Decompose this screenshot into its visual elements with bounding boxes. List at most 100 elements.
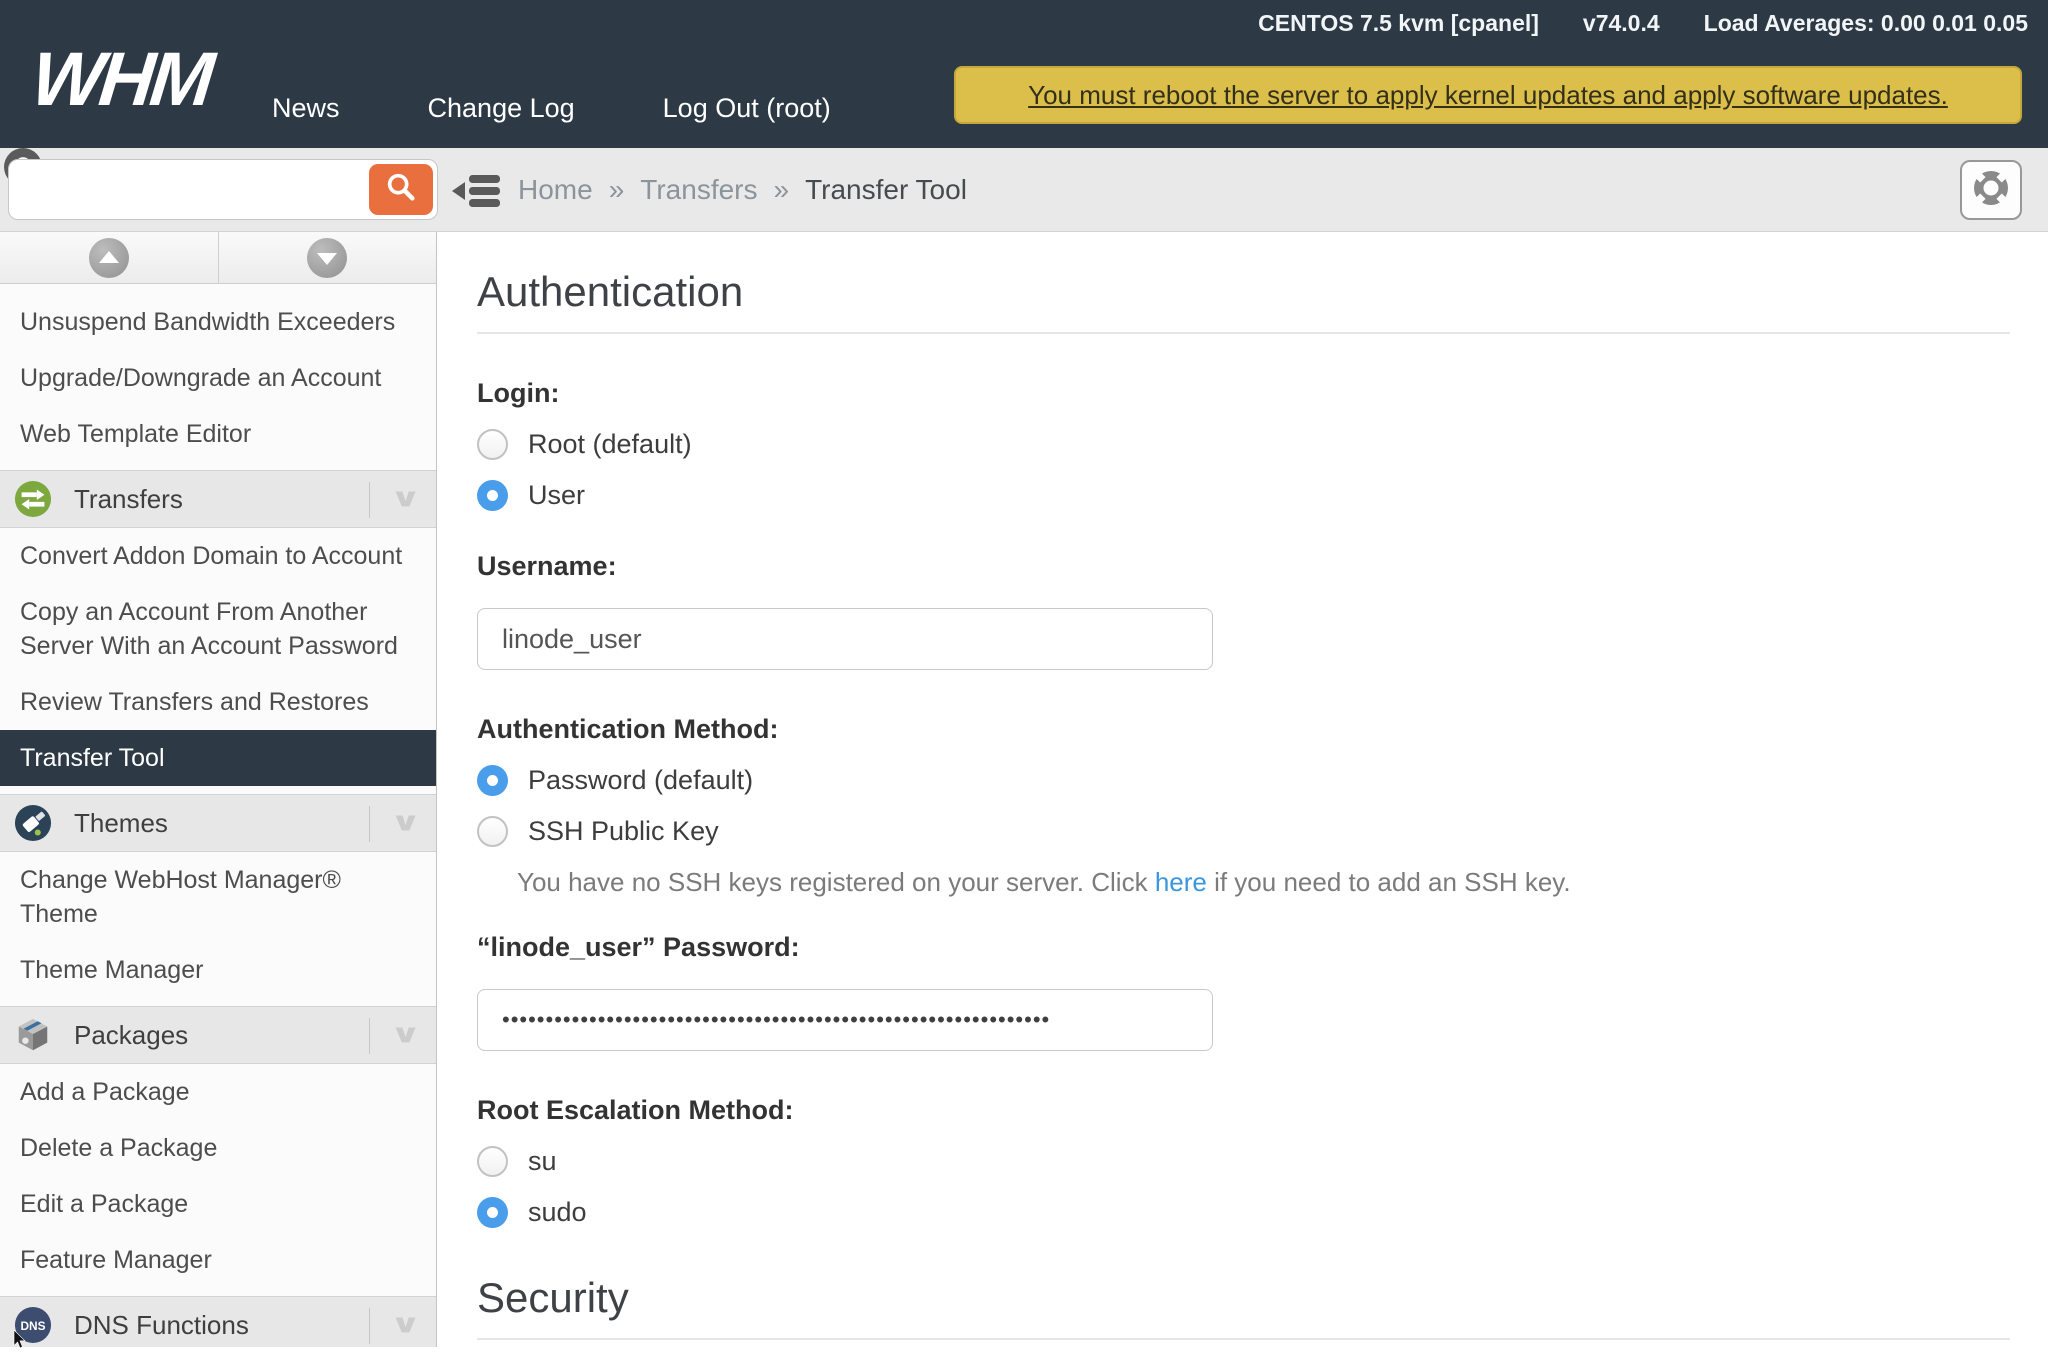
collapse-sidebar-icon[interactable] xyxy=(452,172,502,215)
radio-ssh-public-key[interactable] xyxy=(477,816,508,847)
life-preserver-icon xyxy=(1970,167,2012,214)
root-escalation-label: Root Escalation Method: xyxy=(477,1095,2010,1126)
nav-log-out-root[interactable]: Log Out (root) xyxy=(663,93,831,124)
main-content: Authentication Login: Root (default) User… xyxy=(437,232,2048,1347)
sidebar-item-copy-an-account-from-another-server-with-a[interactable]: Copy an Account From Another Server With… xyxy=(0,584,436,674)
radio-row-user: User xyxy=(477,480,2010,511)
packages-icon xyxy=(14,1016,52,1054)
sidebar-item-review-transfers-and-restores[interactable]: Review Transfers and Restores xyxy=(0,674,436,730)
radio-label-su[interactable]: su xyxy=(528,1146,557,1177)
mouse-cursor-icon xyxy=(8,1330,32,1353)
divider xyxy=(477,332,2010,334)
sidebar-section-transfers[interactable]: Transfers ∨ xyxy=(0,470,436,528)
breadcrumb-home[interactable]: Home xyxy=(518,174,593,206)
scroll-down-icon xyxy=(307,238,347,278)
radio-label-root-default[interactable]: Root (default) xyxy=(528,429,692,460)
scroll-down-button[interactable] xyxy=(219,232,437,283)
sidebar-section-themes[interactable]: Themes ∨ xyxy=(0,794,436,852)
username-label: Username: xyxy=(477,551,2010,582)
sidebar-item-web-template-editor[interactable]: Web Template Editor xyxy=(0,406,436,462)
ssh-note-text: You have no SSH keys registered on your … xyxy=(517,867,1155,897)
ssh-key-here-link[interactable]: here xyxy=(1155,867,1207,897)
radio-row-su: su xyxy=(477,1146,2010,1177)
chevron-down-icon[interactable]: ∨ xyxy=(390,806,422,837)
radio-password-default[interactable] xyxy=(477,765,508,796)
username-input[interactable] xyxy=(477,608,1213,670)
auth-method-label: Authentication Method: xyxy=(477,714,2010,745)
sidebar-section-label: Packages xyxy=(74,1020,188,1051)
divider xyxy=(369,1018,370,1054)
support-button[interactable] xyxy=(1960,160,2022,220)
security-section-title: Security xyxy=(477,1274,2010,1322)
breadcrumb-separator: » xyxy=(774,174,790,206)
sidebar-item-feature-manager[interactable]: Feature Manager xyxy=(0,1232,436,1288)
radio-label-password-default[interactable]: Password (default) xyxy=(528,765,753,796)
radio-row-root-default: Root (default) xyxy=(477,429,2010,460)
login-radio-group: Root (default) User xyxy=(477,429,2010,511)
radio-root-default[interactable] xyxy=(477,429,508,460)
sidebar: Unsuspend Bandwidth ExceedersUpgrade/Dow… xyxy=(0,232,437,1347)
divider xyxy=(369,482,370,518)
sidebar-item-transfer-tool[interactable]: Transfer Tool xyxy=(0,730,436,786)
sidebar-section-packages[interactable]: Packages ∨ xyxy=(0,1006,436,1064)
chevron-down-icon[interactable]: ∨ xyxy=(390,1018,422,1049)
system-info: CENTOS 7.5 kvm [cpanel] v74.0.4 Load Ave… xyxy=(1258,10,2028,37)
divider xyxy=(369,1308,370,1344)
toolbar: Home»Transfers»Transfer Tool ? xyxy=(0,148,2048,232)
sidebar-section-label: Themes xyxy=(74,808,168,839)
password-label: “linode_user” Password: xyxy=(477,932,2010,963)
scroll-up-icon xyxy=(89,238,129,278)
sidebar-scroll-buttons xyxy=(0,232,436,284)
radio-label-ssh-public-key[interactable]: SSH Public Key xyxy=(528,816,719,847)
radio-label-sudo[interactable]: sudo xyxy=(528,1197,587,1228)
chevron-down-icon[interactable]: ∨ xyxy=(390,482,422,513)
sidebar-item-unsuspend-bandwidth-exceeders[interactable]: Unsuspend Bandwidth Exceeders xyxy=(0,294,436,350)
sidebar-item-upgrade-downgrade-an-account[interactable]: Upgrade/Downgrade an Account xyxy=(0,350,436,406)
auth-method-radio-group: Password (default) SSH Public Key xyxy=(477,765,2010,847)
breadcrumb-separator: » xyxy=(609,174,625,206)
sidebar-menu: Unsuspend Bandwidth ExceedersUpgrade/Dow… xyxy=(0,284,436,1347)
radio-label-user[interactable]: User xyxy=(528,480,585,511)
sidebar-item-edit-a-package[interactable]: Edit a Package xyxy=(0,1176,436,1232)
transfers-icon xyxy=(14,480,52,518)
sidebar-item-convert-addon-domain-to-account[interactable]: Convert Addon Domain to Account xyxy=(0,528,436,584)
os-version: CENTOS 7.5 kvm [cpanel] xyxy=(1258,10,1539,37)
sidebar-item-delete-a-package[interactable]: Delete a Package xyxy=(0,1120,436,1176)
sidebar-item-change-webhost-manager-theme[interactable]: Change WebHost Manager® Theme xyxy=(0,852,436,942)
nav-news[interactable]: News xyxy=(272,93,340,124)
whm-logo[interactable]: WHM xyxy=(27,36,214,123)
reboot-alert-link[interactable]: You must reboot the server to apply kern… xyxy=(1028,80,1948,111)
sidebar-item-theme-manager[interactable]: Theme Manager xyxy=(0,942,436,998)
password-input[interactable] xyxy=(477,989,1213,1051)
login-label: Login: xyxy=(477,378,2010,409)
reboot-alert-banner: You must reboot the server to apply kern… xyxy=(954,66,2022,124)
escalation-radio-group: su sudo xyxy=(477,1146,2010,1228)
breadcrumb: Home » Transfers » Transfer Tool xyxy=(518,148,967,232)
breadcrumb-transfers[interactable]: Transfers xyxy=(640,174,757,206)
ssh-key-note: You have no SSH keys registered on your … xyxy=(517,867,2010,898)
themes-icon xyxy=(14,804,52,842)
sidebar-item-add-a-package[interactable]: Add a Package xyxy=(0,1064,436,1120)
whm-version: v74.0.4 xyxy=(1583,10,1660,37)
load-averages: Load Averages: 0.00 0.01 0.05 xyxy=(1704,10,2028,37)
sidebar-section-dns-functions[interactable]: DNSDNS Functions∨ xyxy=(0,1296,436,1347)
divider xyxy=(477,1338,2010,1340)
top-header: CENTOS 7.5 kvm [cpanel] v74.0.4 Load Ave… xyxy=(0,0,2048,148)
search-button[interactable] xyxy=(369,164,433,215)
radio-su[interactable] xyxy=(477,1146,508,1177)
scroll-up-button[interactable] xyxy=(0,232,219,283)
sidebar-section-label: DNS Functions xyxy=(74,1310,249,1341)
header-nav: News Change Log Log Out (root) xyxy=(272,93,831,124)
breadcrumb-transfer-tool: Transfer Tool xyxy=(805,174,967,206)
sidebar-section-label: Transfers xyxy=(74,484,183,515)
nav-change-log[interactable]: Change Log xyxy=(428,93,575,124)
radio-user[interactable] xyxy=(477,480,508,511)
authentication-section-title: Authentication xyxy=(477,268,2010,316)
radio-row-password-default: Password (default) xyxy=(477,765,2010,796)
search-input[interactable] xyxy=(9,160,369,219)
search-icon xyxy=(384,170,418,209)
chevron-down-icon[interactable]: ∨ xyxy=(390,1308,422,1339)
ssh-note-text: if you need to add an SSH key. xyxy=(1207,867,1571,897)
radio-sudo[interactable] xyxy=(477,1197,508,1228)
radio-row-ssh-public-key: SSH Public Key xyxy=(477,816,2010,847)
